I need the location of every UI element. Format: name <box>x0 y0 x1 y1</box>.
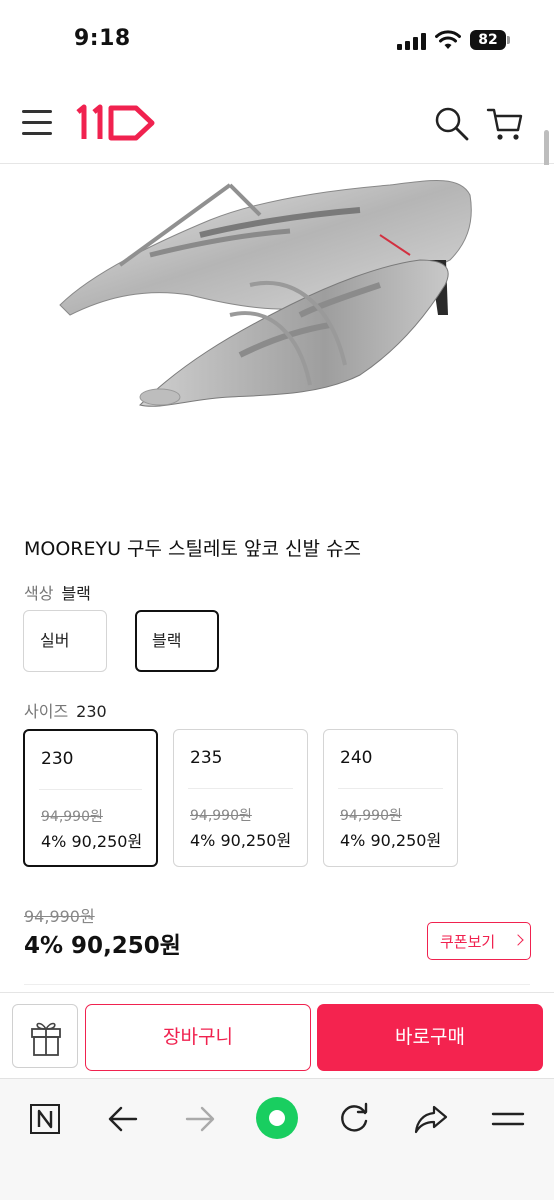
size-selected-value: 230 <box>76 702 107 721</box>
battery-icon: 82 <box>470 30 506 50</box>
size-name: 235 <box>190 748 223 768</box>
share-icon[interactable] <box>411 1099 451 1139</box>
color-option-black[interactable]: 블랙 <box>135 610 219 672</box>
coupon-button[interactable]: 쿠폰보기 <box>427 922 531 960</box>
size-option-240[interactable]: 240 94,990원 4% 90,250원 <box>323 729 458 867</box>
color-option-silver[interactable]: 실버 <box>23 610 107 672</box>
size-option-235[interactable]: 235 94,990원 4% 90,250원 <box>173 729 308 867</box>
color-label-text: 색상 <box>24 584 54 603</box>
reload-icon[interactable] <box>334 1099 374 1139</box>
size-price: 4% 90,250원 <box>340 831 442 850</box>
product-title: MOOREYU 구두 스틸레토 앞코 신발 슈즈 <box>24 538 361 560</box>
size-divider <box>188 788 293 789</box>
back-arrow-icon[interactable] <box>103 1099 143 1139</box>
size-option-230[interactable]: 230 94,990원 4% 90,250원 <box>23 729 158 867</box>
size-original-price: 94,990원 <box>190 808 252 824</box>
color-selected-value: 블랙 <box>61 584 91 603</box>
cart-icon[interactable] <box>486 106 524 142</box>
color-option-label: 색상 블랙 <box>24 580 91 604</box>
size-original-price: 94,990원 <box>340 808 402 824</box>
coupon-button-label: 쿠폰보기 <box>440 933 496 951</box>
size-divider <box>338 788 443 789</box>
divider <box>24 984 530 985</box>
size-name: 230 <box>41 749 74 769</box>
size-divider <box>39 789 142 790</box>
signal-icon <box>397 32 427 50</box>
menu-icon[interactable] <box>22 108 54 138</box>
buy-now-button[interactable]: 바로구매 <box>317 1004 543 1071</box>
gift-icon <box>31 1022 61 1056</box>
add-to-cart-button[interactable]: 장바구니 <box>85 1004 311 1071</box>
size-original-price: 94,990원 <box>41 809 103 825</box>
app-header <box>0 80 554 164</box>
final-price: 4% 90,250원 <box>24 933 181 959</box>
battery-tip <box>507 36 510 44</box>
wifi-icon <box>435 30 461 49</box>
size-option-label: 사이즈 230 <box>24 698 107 722</box>
status-bar: 9:18 82 <box>0 0 554 80</box>
search-icon[interactable] <box>434 106 470 142</box>
naver-icon[interactable] <box>26 1099 66 1139</box>
silver-pumps-image <box>59 180 472 407</box>
browser-toolbar <box>0 1078 554 1200</box>
gift-button[interactable] <box>12 1004 78 1068</box>
forward-arrow-icon[interactable] <box>180 1099 220 1139</box>
original-price: 94,990원 <box>24 907 95 926</box>
size-price: 4% 90,250원 <box>41 832 143 851</box>
size-price: 4% 90,250원 <box>190 831 292 850</box>
size-label-text: 사이즈 <box>24 702 69 721</box>
product-image[interactable] <box>0 165 554 510</box>
green-dot-icon[interactable] <box>255 1096 299 1140</box>
size-name: 240 <box>340 748 373 768</box>
browser-menu-icon[interactable] <box>488 1099 528 1139</box>
chevron-right-icon <box>512 934 524 946</box>
logo-11st[interactable] <box>74 104 158 142</box>
purchase-bar: 장바구니 바로구매 <box>0 992 554 1078</box>
status-time: 9:18 <box>74 26 131 51</box>
